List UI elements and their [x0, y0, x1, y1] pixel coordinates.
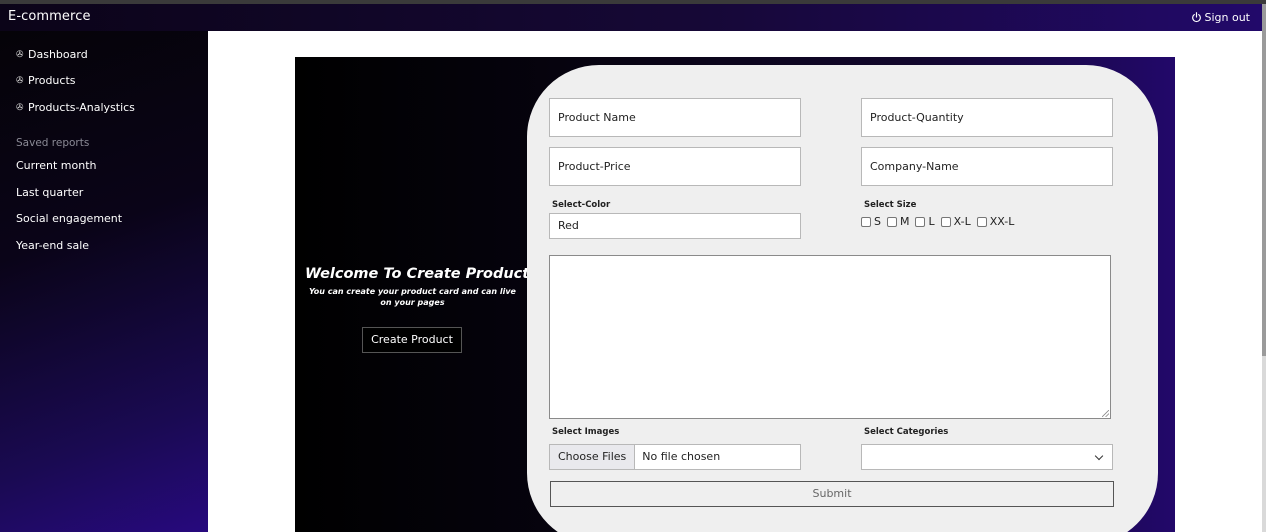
sidebar-item-label: Products: [28, 74, 76, 87]
size-s-checkbox[interactable]: [861, 216, 871, 227]
sidebar-item-label: Dashboard: [28, 48, 88, 61]
report-social-engagement[interactable]: Social engagement: [16, 212, 122, 225]
no-file-text: No file chosen: [642, 450, 721, 463]
color-input[interactable]: Red: [549, 213, 801, 239]
select-images-label: Select Images: [552, 427, 620, 437]
product-price-input[interactable]: Product-Price: [549, 147, 801, 186]
create-product-panel: Welcome To Create Product You can create…: [295, 57, 1175, 532]
choose-files-button[interactable]: Choose Files: [550, 445, 636, 469]
categories-select[interactable]: [861, 444, 1113, 470]
brand-title[interactable]: E-commerce: [8, 9, 91, 24]
welcome-subtitle: You can create your product card and can…: [309, 287, 516, 307]
report-last-quarter[interactable]: Last quarter: [16, 186, 83, 199]
image-file-input[interactable]: Choose Files No file chosen: [549, 444, 801, 470]
welcome-block: Welcome To Create Product You can create…: [305, 266, 530, 308]
top-navbar: E-commerce Sign out: [0, 4, 1262, 31]
size-xxl-label: XX-L: [989, 215, 1015, 228]
description-textarea[interactable]: [549, 255, 1111, 419]
product-form: Product Name Product-Quantity Product-Pr…: [527, 65, 1158, 532]
size-xl-checkbox[interactable]: [940, 216, 951, 227]
sign-out-button[interactable]: Sign out: [1191, 11, 1250, 24]
size-l-checkbox[interactable]: [915, 216, 926, 227]
size-m-label: M: [899, 215, 910, 228]
saved-reports-heading: Saved reports: [16, 137, 90, 149]
gauge-icon: ✇: [16, 75, 24, 86]
sidebar-item-products[interactable]: ✇ Products: [16, 74, 76, 87]
company-name-input[interactable]: Company-Name: [861, 147, 1113, 186]
select-color-label: Select-Color: [552, 200, 611, 210]
sidebar-item-products-analytics[interactable]: ✇ Products-Analystics: [16, 101, 135, 114]
create-product-button[interactable]: Create Product: [362, 327, 462, 353]
report-year-end-sale[interactable]: Year-end sale: [16, 239, 89, 252]
report-current-month[interactable]: Current month: [16, 159, 97, 172]
size-l-label: L: [928, 215, 935, 228]
size-m-checkbox[interactable]: [886, 216, 897, 227]
power-icon: [1192, 12, 1202, 23]
size-s-label: S: [874, 215, 881, 228]
size-xl-label: X-L: [953, 215, 971, 228]
sign-out-label: Sign out: [1204, 11, 1250, 24]
sidebar: ✇ Dashboard ✇ Products ✇ Products-Analys…: [0, 31, 208, 532]
submit-button[interactable]: Submit: [550, 481, 1114, 507]
sidebar-item-dashboard[interactable]: ✇ Dashboard: [16, 48, 88, 61]
size-options: S M L X-L XX-L: [861, 215, 1020, 228]
page-scrollbar[interactable]: [1262, 4, 1266, 532]
chevron-down-icon: [1094, 451, 1104, 461]
scrollbar-thumb[interactable]: [1262, 4, 1266, 356]
resize-handle-icon[interactable]: [1102, 410, 1109, 417]
sidebar-item-label: Products-Analystics: [28, 101, 135, 114]
gauge-icon: ✇: [16, 102, 24, 113]
welcome-title: Welcome To Create Product: [305, 266, 530, 282]
select-categories-label: Select Categories: [864, 427, 949, 437]
product-name-input[interactable]: Product Name: [549, 98, 801, 137]
gauge-icon: ✇: [16, 49, 24, 60]
size-xxl-checkbox[interactable]: [976, 216, 987, 227]
select-size-label: Select Size: [864, 200, 917, 210]
product-quantity-input[interactable]: Product-Quantity: [861, 98, 1113, 137]
